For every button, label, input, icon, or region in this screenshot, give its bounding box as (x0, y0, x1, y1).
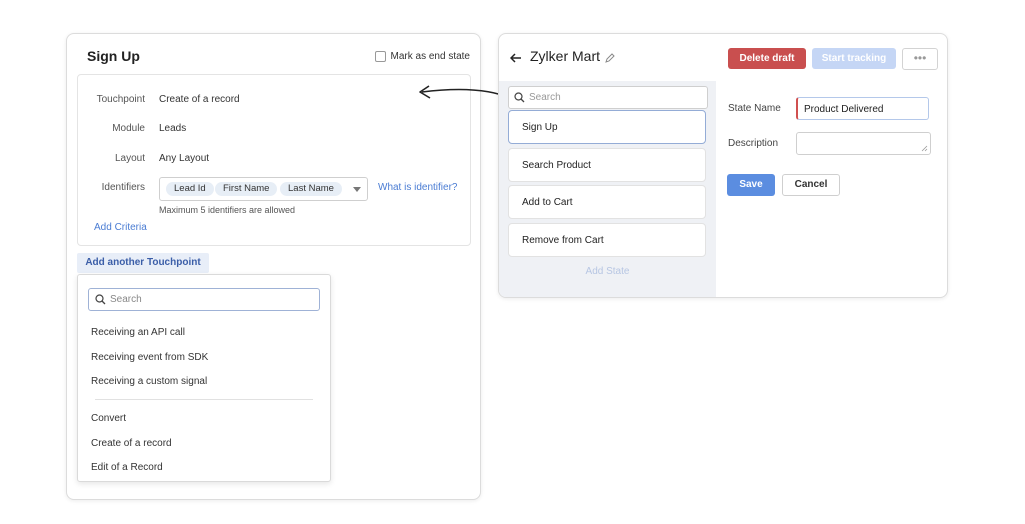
cancel-button[interactable]: Cancel (782, 174, 840, 196)
add-state-button[interactable]: Add State (499, 266, 716, 277)
search-placeholder: Search (110, 294, 142, 305)
more-options-button[interactable]: ••• (902, 48, 938, 70)
description-label: Description (728, 138, 779, 149)
state-item[interactable]: Remove from Cart (508, 223, 706, 257)
dropdown-option[interactable]: Convert (91, 413, 126, 424)
add-criteria-link[interactable]: Add Criteria (94, 222, 147, 233)
search-icon (514, 92, 525, 103)
layout-value[interactable]: Any Layout (159, 153, 209, 164)
identifiers-label: Identifiers (101, 182, 145, 193)
state-name-label: State Name (728, 103, 781, 114)
dropdown-option[interactable]: Receiving a custom signal (91, 376, 207, 387)
end-state-label: Mark as end state (390, 51, 470, 62)
dropdown-option[interactable]: Edit of a Record (91, 462, 163, 473)
tracker-card: Zylker Mart Delete draft Start tracking … (498, 33, 948, 298)
dropdown-option[interactable]: Create of a record (91, 438, 172, 449)
states-sidebar: Search Sign Up Search Product Add to Car… (499, 81, 716, 297)
delete-draft-button[interactable]: Delete draft (728, 48, 806, 69)
touchpoint-label: Touchpoint (96, 94, 145, 105)
search-icon (95, 294, 106, 305)
identifier-chip[interactable]: Last Name (280, 182, 342, 196)
dropdown-search-input[interactable]: Search (88, 288, 320, 311)
dropdown-option[interactable]: Receiving event from SDK (91, 352, 208, 363)
checkbox-icon[interactable] (374, 51, 386, 62)
module-label: Module (112, 123, 145, 134)
identifier-chip[interactable]: Lead Id (166, 182, 214, 196)
dropdown-option[interactable]: Receiving an API call (91, 327, 185, 338)
identifier-hint: Maximum 5 identifiers are allowed (159, 205, 296, 215)
module-value[interactable]: Leads (159, 123, 186, 134)
back-arrow-icon[interactable] (510, 53, 522, 63)
what-is-identifier-link[interactable]: What is identifier? (378, 182, 457, 193)
identifier-chip[interactable]: First Name (215, 182, 278, 196)
layout-label: Layout (114, 153, 145, 164)
pencil-icon[interactable] (605, 53, 615, 63)
search-placeholder: Search (529, 92, 561, 103)
tracker-title: Zylker Mart (530, 48, 600, 64)
dropdown-divider (95, 399, 313, 400)
chevron-down-icon[interactable] (353, 187, 361, 192)
resize-handle-icon[interactable] (921, 145, 928, 152)
add-touchpoint-button[interactable]: Add another Touchpoint (77, 253, 209, 273)
end-state-checkbox[interactable]: Mark as end state (374, 51, 470, 62)
touchpoint-value[interactable]: Create of a record (159, 94, 240, 105)
state-name-input[interactable]: Product Delivered (796, 97, 929, 120)
state-item[interactable]: Sign Up (508, 110, 706, 144)
save-button[interactable]: Save (727, 174, 775, 196)
touchpoint-dropdown: Search Receiving an API call Receiving e… (77, 274, 331, 482)
identifiers-select[interactable]: Lead Id First Name Last Name (159, 177, 368, 201)
state-item[interactable]: Add to Cart (508, 185, 706, 219)
state-title: Sign Up (87, 48, 140, 64)
description-textarea[interactable] (796, 132, 931, 155)
states-search-input[interactable]: Search (508, 86, 708, 109)
start-tracking-button[interactable]: Start tracking (812, 48, 896, 69)
state-item[interactable]: Search Product (508, 148, 706, 182)
